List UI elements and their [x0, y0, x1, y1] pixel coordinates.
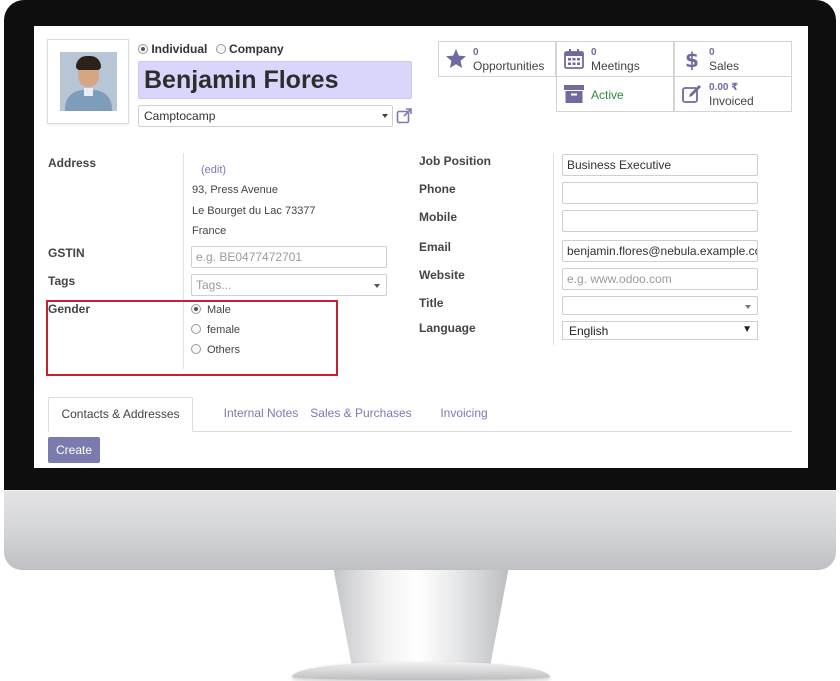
sales-button[interactable]: $ 0 Sales — [674, 41, 792, 77]
tags-input[interactable]: Tags... — [191, 274, 387, 296]
language-select[interactable]: English ▼ — [562, 321, 758, 340]
radio-company[interactable]: Company — [215, 42, 284, 56]
monitor-base — [292, 662, 550, 680]
sales-count: 0 — [709, 47, 715, 58]
invoiced-button[interactable]: 0.00 ₹ Invoiced — [674, 76, 792, 112]
language-select-value: English — [569, 324, 609, 338]
address-label: Address — [48, 156, 97, 170]
address-city: Le Bourget du Lac 73377 — [192, 205, 316, 217]
radio-individual-label: Individual — [151, 42, 208, 56]
avatar-photo — [60, 52, 117, 111]
dollar-icon: $ — [685, 48, 699, 70]
website-input[interactable]: e.g. www.odoo.com — [562, 268, 758, 290]
calendar-icon — [564, 49, 584, 69]
phone-input[interactable] — [562, 182, 758, 204]
active-status-label: Active — [591, 88, 624, 102]
edit-address-link[interactable]: (edit) — [201, 164, 226, 176]
partner-name-input[interactable]: Benjamin Flores — [138, 61, 412, 99]
edit-invoice-icon — [682, 85, 701, 103]
title-label: Title — [419, 296, 444, 310]
chevron-down-icon[interactable] — [382, 114, 388, 118]
tab-sales-purchases[interactable]: Sales & Purchases — [305, 397, 417, 432]
company-select-value: Camptocamp — [144, 109, 216, 123]
mobile-input[interactable] — [562, 210, 758, 232]
company-select[interactable]: Camptocamp — [138, 105, 393, 127]
tab-internal-notes[interactable]: Internal Notes — [202, 397, 320, 432]
invoiced-label: Invoiced — [709, 94, 754, 108]
external-link-icon[interactable] — [396, 107, 413, 124]
radio-company-label: Company — [229, 42, 284, 56]
meetings-label: Meetings — [591, 59, 640, 73]
job-position-input[interactable]: Business Executive — [562, 154, 758, 176]
title-select[interactable] — [562, 296, 758, 315]
contact-avatar[interactable] — [47, 39, 129, 124]
radio-individual[interactable]: Individual — [138, 42, 207, 56]
invoiced-amount: 0.00 ₹ — [709, 82, 739, 93]
opportunities-count: 0 — [473, 47, 479, 58]
create-button[interactable]: Create — [48, 437, 100, 463]
monitor-stand — [333, 570, 509, 666]
gstin-input[interactable]: e.g. BE0477472701 — [191, 246, 387, 268]
tab-contacts-addresses[interactable]: Contacts & Addresses — [48, 397, 193, 432]
tags-label: Tags — [48, 274, 76, 288]
address-street: 93, Press Avenue — [192, 184, 279, 196]
partner-type-radio-group: Individual Company — [138, 42, 289, 56]
website-label: Website — [419, 268, 465, 282]
phone-label: Phone — [419, 182, 456, 196]
archive-icon — [564, 85, 584, 103]
triangle-down-icon[interactable]: ▼ — [742, 324, 752, 335]
mobile-label: Mobile — [419, 210, 457, 224]
language-label: Language — [419, 321, 476, 335]
email-input[interactable]: benjamin.flores@nebula.example.com — [562, 240, 758, 262]
svg-text:$: $ — [685, 48, 699, 70]
opportunities-label: Opportunities — [473, 59, 545, 73]
sales-label: Sales — [709, 59, 740, 73]
gender-highlight-annotation — [46, 300, 338, 376]
radio-individual-indicator[interactable] — [138, 44, 148, 54]
chevron-down-icon[interactable] — [374, 284, 380, 288]
email-label: Email — [419, 240, 452, 254]
right-column-divider — [553, 153, 554, 345]
gstin-label: GSTIN — [48, 246, 85, 260]
meetings-count: 0 — [591, 47, 597, 58]
address-country: France — [192, 225, 227, 237]
archive-toggle-button[interactable]: Active — [556, 76, 674, 112]
chevron-down-icon[interactable] — [745, 305, 751, 309]
tab-invoicing[interactable]: Invoicing — [432, 397, 496, 432]
opportunities-button[interactable]: 0 Opportunities — [438, 41, 556, 77]
meetings-button[interactable]: 0 Meetings — [556, 41, 674, 77]
tags-placeholder: Tags... — [196, 278, 232, 292]
radio-company-indicator[interactable] — [215, 44, 226, 54]
monitor-chin — [4, 490, 836, 570]
job-position-label: Job Position — [419, 154, 491, 168]
contact-form-screen: Individual Company Benjamin Flores Campt… — [34, 26, 808, 468]
star-icon — [446, 49, 466, 68]
